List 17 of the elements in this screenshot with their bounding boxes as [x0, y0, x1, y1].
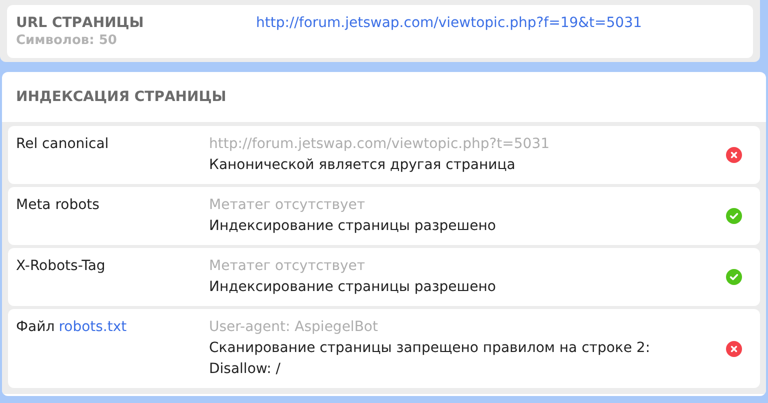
row-label: X-Robots-Tag — [16, 258, 106, 274]
detected-value: Метатег отсутствует — [209, 257, 366, 276]
detected-value: http://forum.jetswap.com/viewtopic.php?t=5031 — [209, 135, 551, 154]
section-title: URL СТРАНИЦЫ — [16, 14, 145, 32]
row-label: Файл — [16, 318, 55, 337]
result-message: Индексирование страницы разрешено — [209, 217, 497, 236]
page-url-link[interactable]: http://forum.jetswap.com/viewtopic.php?f=19&t=5031 — [256, 14, 642, 32]
result-message: Канонической является другая страница — [209, 156, 516, 175]
detected-value: Метатег отсутствует — [209, 196, 366, 215]
row-label: Rel canonical — [16, 136, 109, 152]
section-title: ИНДЕКСАЦИЯ СТРАНИЦЫ — [16, 88, 226, 106]
row-label: Meta robots — [16, 197, 100, 213]
robots-file-link[interactable]: robots.txt — [58, 317, 127, 338]
result-message: Сканирование страницы запрещено правилом на строке 2: Disallow: / — [209, 339, 652, 379]
detected-value: User-agent: AspiegelBot — [209, 318, 379, 337]
result-message: Индексирование страницы разрешено — [209, 278, 497, 297]
character-count: Символов: 50 — [16, 32, 118, 50]
